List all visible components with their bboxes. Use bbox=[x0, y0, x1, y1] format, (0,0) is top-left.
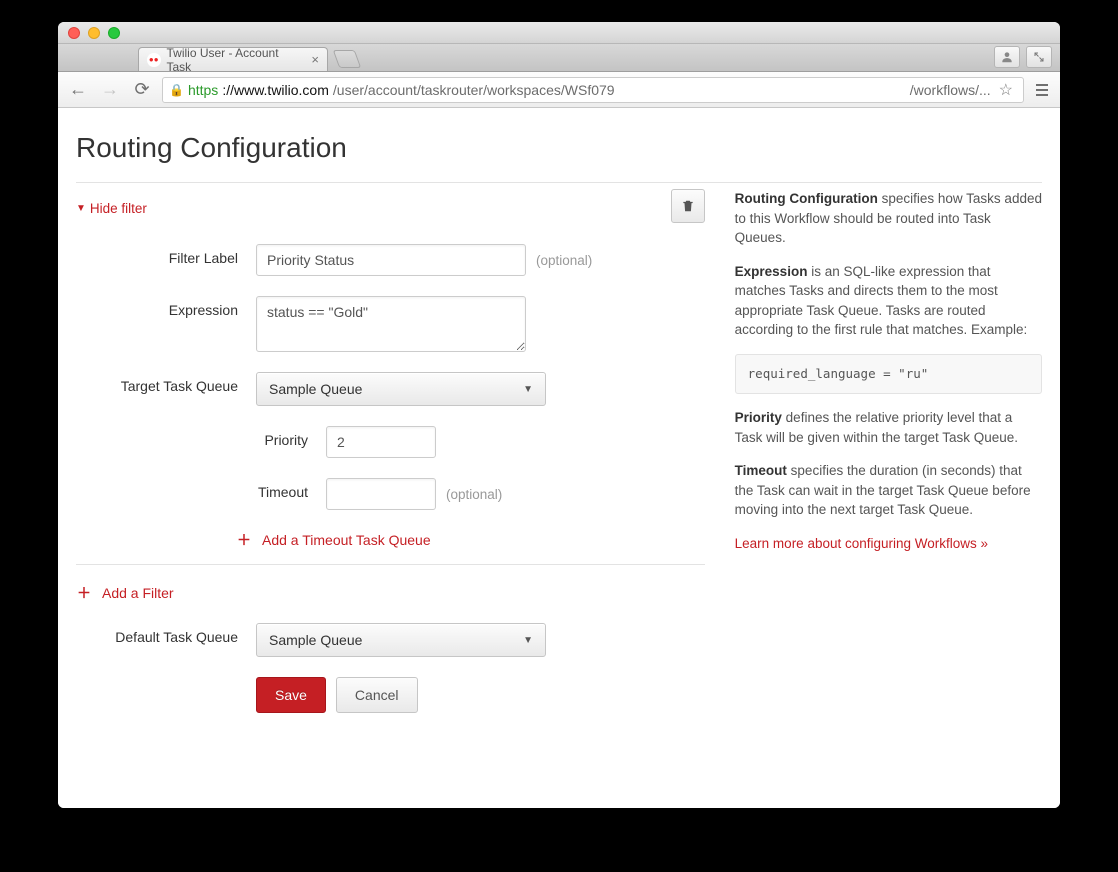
close-window-button[interactable] bbox=[68, 27, 80, 39]
help-priority-term: Priority bbox=[735, 410, 782, 425]
favicon-icon: ●● bbox=[147, 53, 161, 67]
menu-button[interactable] bbox=[1032, 84, 1052, 96]
hide-filter-toggle[interactable]: ▼ Hide filter bbox=[76, 201, 147, 216]
help-timeout-term: Timeout bbox=[735, 463, 787, 478]
chevron-down-icon: ▼ bbox=[523, 635, 533, 646]
caret-down-icon: ▼ bbox=[76, 203, 86, 214]
filter-label-label: Filter Label bbox=[76, 244, 256, 266]
bookmark-star-icon[interactable]: ☆ bbox=[995, 80, 1017, 100]
url-path-left: /user/account/taskrouter/workspaces/WSf0… bbox=[333, 82, 615, 98]
minimize-window-button[interactable] bbox=[88, 27, 100, 39]
forward-button[interactable]: → bbox=[98, 79, 122, 100]
target-queue-label: Target Task Queue bbox=[76, 372, 256, 394]
chevron-down-icon: ▼ bbox=[523, 384, 533, 395]
plus-icon: ＋ bbox=[76, 583, 92, 603]
optional-hint: (optional) bbox=[446, 487, 502, 502]
zoom-window-button[interactable] bbox=[108, 27, 120, 39]
back-button[interactable]: ← bbox=[66, 79, 90, 100]
help-expression-term: Expression bbox=[735, 264, 808, 279]
browser-tab[interactable]: ●● Twilio User - Account Task × bbox=[138, 47, 328, 71]
browser-toolbar: ← → ⟳ 🔒 https://www.twilio.com/user/acco… bbox=[58, 72, 1060, 108]
add-filter-label: Add a Filter bbox=[102, 585, 174, 601]
target-queue-value: Sample Queue bbox=[269, 381, 362, 397]
priority-input[interactable] bbox=[326, 426, 436, 458]
default-queue-label: Default Task Queue bbox=[76, 623, 256, 645]
optional-hint: (optional) bbox=[536, 253, 592, 268]
tab-title: Twilio User - Account Task bbox=[167, 46, 302, 74]
help-rc-term: Routing Configuration bbox=[735, 191, 878, 206]
titlebar bbox=[58, 22, 1060, 44]
timeout-input[interactable] bbox=[326, 478, 436, 510]
browser-window: ●● Twilio User - Account Task × ← → ⟳ 🔒 … bbox=[58, 22, 1060, 808]
fullscreen-button[interactable] bbox=[1026, 46, 1052, 68]
title-separator bbox=[76, 182, 1042, 183]
plus-icon: ＋ bbox=[236, 530, 252, 550]
timeout-label: Timeout bbox=[76, 478, 326, 500]
learn-more-link[interactable]: Learn more about configuring Workflows » bbox=[735, 536, 988, 551]
page-title: Routing Configuration bbox=[76, 132, 1042, 164]
address-bar[interactable]: 🔒 https://www.twilio.com/user/account/ta… bbox=[162, 77, 1024, 103]
url-scheme: https bbox=[188, 82, 218, 98]
reload-button[interactable]: ⟳ bbox=[130, 79, 154, 100]
traffic-lights bbox=[68, 27, 120, 39]
help-code-example: required_language = "ru" bbox=[735, 354, 1042, 394]
profile-button[interactable] bbox=[994, 46, 1020, 68]
page-viewport[interactable]: Routing Configuration ▼ Hide filter bbox=[58, 108, 1060, 808]
add-filter-link[interactable]: ＋ Add a Filter bbox=[76, 583, 705, 603]
add-timeout-queue-label: Add a Timeout Task Queue bbox=[262, 532, 431, 548]
help-panel: Routing Configuration specifies how Task… bbox=[735, 189, 1042, 567]
cancel-button[interactable]: Cancel bbox=[336, 677, 418, 713]
filter-separator bbox=[76, 564, 705, 565]
lock-icon: 🔒 bbox=[169, 83, 184, 97]
hide-filter-label: Hide filter bbox=[90, 201, 147, 216]
default-queue-select[interactable]: Sample Queue ▼ bbox=[256, 623, 546, 657]
url-path-right: /workflows/... bbox=[910, 82, 991, 98]
priority-label: Priority bbox=[76, 426, 326, 448]
target-queue-select[interactable]: Sample Queue ▼ bbox=[256, 372, 546, 406]
default-queue-value: Sample Queue bbox=[269, 632, 362, 648]
new-tab-button[interactable] bbox=[333, 50, 362, 68]
tab-strip: ●● Twilio User - Account Task × bbox=[58, 44, 1060, 72]
delete-filter-button[interactable] bbox=[671, 189, 705, 223]
expression-input[interactable]: status == "Gold" bbox=[256, 296, 526, 352]
expression-label: Expression bbox=[76, 296, 256, 318]
url-domain: ://www.twilio.com bbox=[222, 82, 329, 98]
close-tab-icon[interactable]: × bbox=[311, 52, 319, 67]
add-timeout-queue-link[interactable]: ＋ Add a Timeout Task Queue bbox=[236, 530, 705, 550]
save-button[interactable]: Save bbox=[256, 677, 326, 713]
filter-label-input[interactable] bbox=[256, 244, 526, 276]
